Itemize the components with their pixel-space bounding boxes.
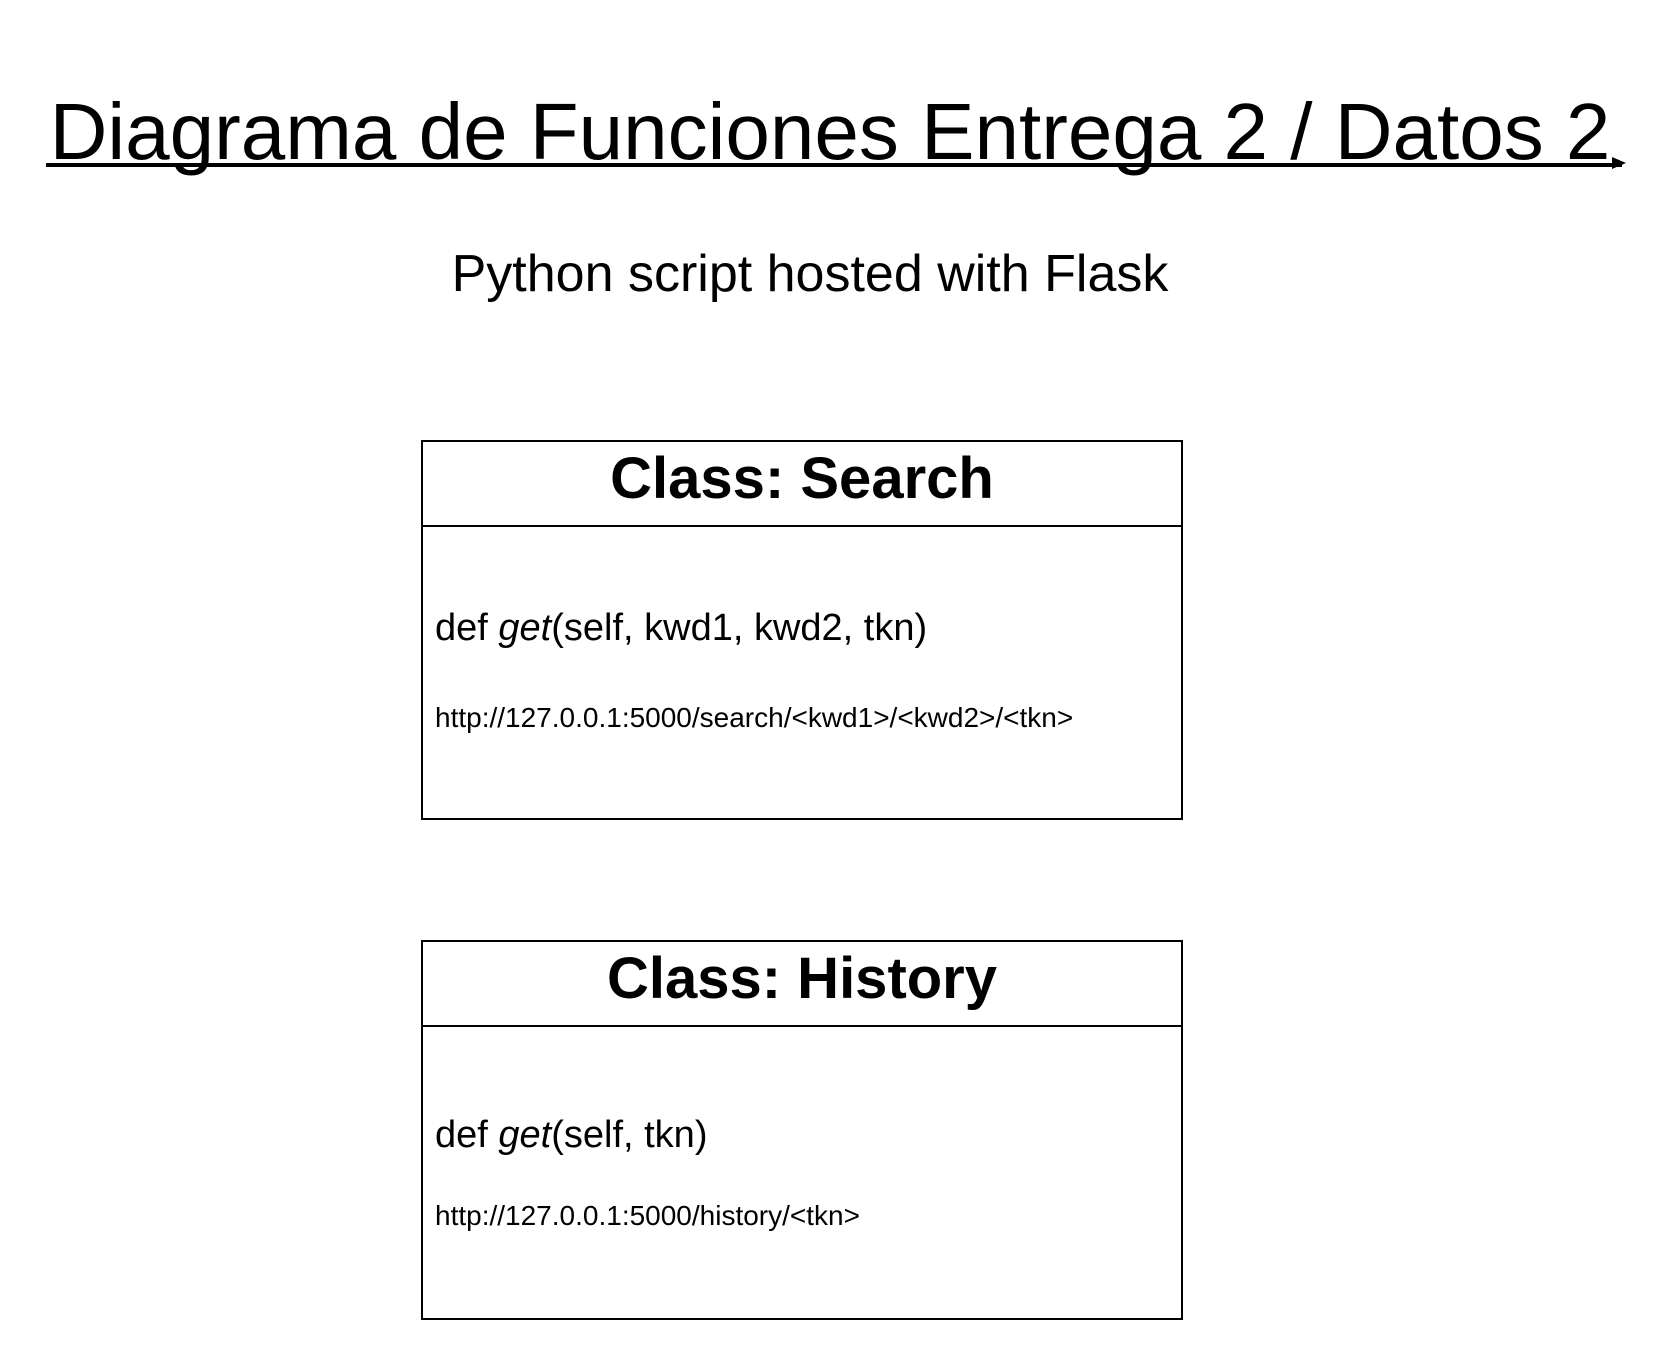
method-params: (self, tkn) bbox=[551, 1114, 708, 1156]
class-box-search: Class: Search def get(self, kwd1, kwd2, … bbox=[421, 440, 1183, 820]
class-box-history: Class: History def get(self, tkn) http:/… bbox=[421, 940, 1183, 1320]
method-name: get bbox=[498, 1114, 552, 1156]
class-header-search: Class: Search bbox=[423, 442, 1181, 527]
diagram-subtitle: Python script hosted with Flask bbox=[451, 245, 1169, 303]
method-signature-search: def get(self, kwd1, kwd2, tkn) bbox=[435, 605, 927, 651]
title-underline bbox=[46, 163, 1622, 167]
method-params: (self, kwd1, kwd2, tkn) bbox=[551, 607, 928, 649]
method-keyword: def bbox=[435, 607, 499, 649]
route-url-search: http://127.0.0.1:5000/search/<kwd1>/<kwd… bbox=[435, 702, 1074, 733]
method-signature-history: def get(self, tkn) bbox=[435, 1112, 707, 1158]
method-keyword: def bbox=[435, 1114, 499, 1156]
method-name: get bbox=[498, 607, 552, 649]
diagram-page: { "title": "Diagrama de Funciones Entreg… bbox=[0, 0, 1660, 1360]
class-header-history: Class: History bbox=[423, 942, 1181, 1027]
title-underline-arrowhead bbox=[1612, 157, 1626, 169]
route-url-history: http://127.0.0.1:5000/history/<tkn> bbox=[435, 1200, 860, 1231]
